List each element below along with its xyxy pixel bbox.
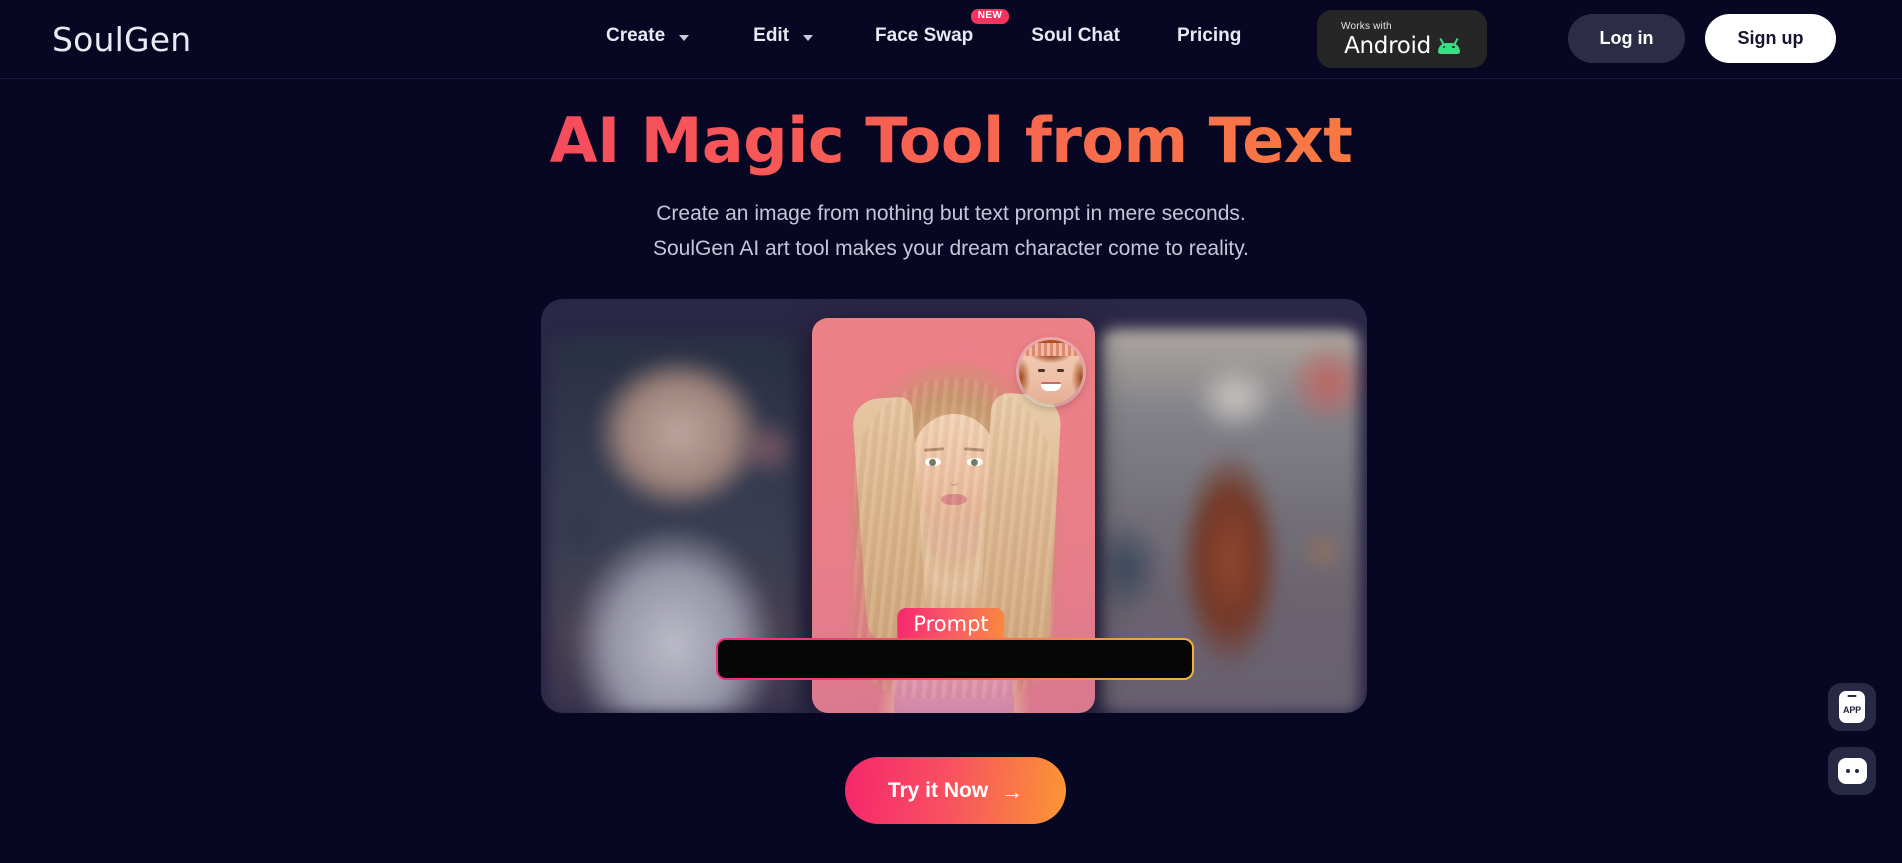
prompt-input-wrapper [716,638,1194,680]
nav-item-label: Edit [753,25,790,46]
hero-subtitle-line-1: Create an image from nothing but text pr… [656,202,1246,225]
nav-item-soul-chat[interactable]: Soul Chat [1031,25,1120,47]
nav-item-label: Pricing [1176,25,1242,46]
brand-logo[interactable]: SoulGen [52,20,191,59]
nav-item-create[interactable]: Create [606,25,690,47]
android-row: Android [1344,33,1460,59]
cta-label: Try it Now [887,778,989,802]
main-nav: Create Edit Face Swap NEW Soul Chat Pric… [606,9,1241,47]
hero-subtitle-line-2: SoulGen AI art tool makes your dream cha… [652,237,1250,260]
nav-item-edit[interactable]: Edit [753,25,814,47]
android-platform-label: Android [1344,33,1431,59]
support-chat-widget[interactable] [1828,747,1876,795]
phone-app-icon: APP [1839,691,1865,723]
login-button[interactable]: Log in [1568,14,1685,63]
android-robot-icon [1437,37,1460,54]
nav-item-label: Create [606,25,666,46]
android-works-with-label: Works with [1341,21,1392,32]
arrow-right-icon: → [1001,778,1024,804]
page-root: SoulGen Create Edit Face Swap NEW Soul C… [0,0,1902,863]
new-badge: NEW [970,9,1010,24]
app-download-widget[interactable]: APP [1828,683,1876,731]
try-it-now-button[interactable]: Try it Now → [845,757,1066,824]
face-swap-source-avatar[interactable] [1019,340,1083,404]
site-header: SoulGen Create Edit Face Swap NEW Soul C… [0,0,1902,79]
nav-item-label: Soul Chat [1031,25,1120,46]
nav-item-label: Face Swap [875,25,974,46]
nav-item-face-swap[interactable]: Face Swap NEW [875,9,1010,47]
chevron-down-icon [803,35,814,41]
chevron-down-icon [679,35,690,41]
prompt-input[interactable] [718,640,1192,678]
chat-dots-icon [1837,758,1867,784]
hero-subtitle: Create an image from nothing but text pr… [0,196,1902,266]
nav-item-pricing[interactable]: Pricing [1177,25,1241,47]
page-title: AI Magic Tool from Text [0,104,1902,177]
android-app-badge[interactable]: Works with Android [1317,10,1487,68]
app-icon-label: APP [1843,704,1861,715]
signup-button[interactable]: Sign up [1705,14,1836,63]
